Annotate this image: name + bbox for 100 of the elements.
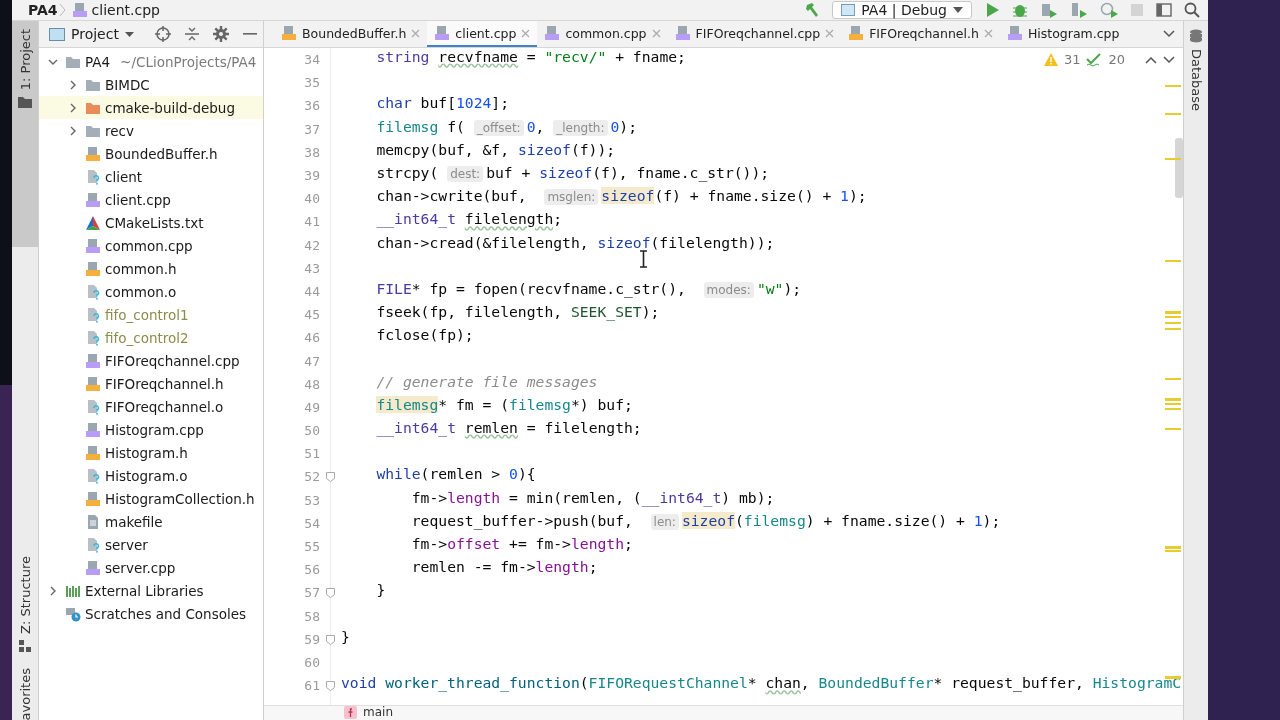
code-line: }: [375, 581, 386, 601]
folder-icon: [18, 96, 32, 109]
window-icon: [49, 27, 65, 41]
layout-icon[interactable]: [1156, 3, 1172, 17]
tree-item[interactable]: recv: [39, 119, 263, 142]
tree-item[interactable]: BIMDC: [39, 73, 263, 96]
gauge-icon[interactable]: [1100, 2, 1118, 18]
unknown-file-icon: [85, 283, 101, 300]
tree-item[interactable]: fifo_control2: [39, 326, 263, 349]
breadcrumb-item[interactable]: client.cpp: [91, 2, 160, 18]
tool-window-button[interactable]: Database: [1184, 21, 1208, 120]
tree-item[interactable]: cmake-build-debug: [39, 96, 263, 119]
profiler-icon[interactable]: [1070, 2, 1088, 18]
collapse-all-icon[interactable]: [185, 26, 199, 42]
breadcrumb-item[interactable]: main: [363, 706, 393, 719]
close-icon[interactable]: [825, 28, 835, 38]
line-number: 42: [304, 237, 321, 253]
tree-item[interactable]: client: [39, 165, 263, 188]
code-line: while(remlen > 0){: [375, 465, 536, 485]
cpp-file-icon: [85, 559, 101, 576]
header-file-icon: [85, 444, 101, 461]
editor-tab[interactable]: client.cpp: [427, 21, 538, 47]
structure-icon: [19, 639, 31, 652]
tree-item[interactable]: common.cpp: [39, 234, 263, 257]
tree-item[interactable]: FIFOreqchannel.o: [39, 395, 263, 418]
chevron-down-icon[interactable]: [1163, 55, 1175, 64]
header-file-icon: [85, 490, 101, 507]
tool-window-button[interactable]: 1: Project: [12, 21, 38, 247]
code-line: fseek(fp, filelength, SEEK_SET);: [375, 303, 660, 323]
fold-marker-icon[interactable]: [326, 634, 335, 645]
cmake-file-icon: [85, 214, 101, 231]
fold-marker-icon[interactable]: [326, 588, 335, 599]
item-label: FIFOreqchannel.o: [105, 398, 224, 415]
hammer-icon[interactable]: [804, 2, 821, 18]
settings-icon[interactable]: [213, 26, 229, 42]
item-label: client.cpp: [105, 191, 171, 208]
tree-item[interactable]: CMakeLists.txt: [39, 211, 263, 234]
close-icon[interactable]: [521, 28, 531, 38]
tree-item[interactable]: Scratches and Consoles: [39, 602, 263, 625]
close-icon[interactable]: [651, 28, 661, 38]
code-line: // generate file messages: [375, 372, 598, 392]
chevron-icon[interactable]: [68, 79, 78, 90]
database-icon: [1189, 29, 1203, 43]
close-icon[interactable]: [411, 28, 421, 38]
item-label: recv: [105, 122, 134, 139]
tool-window-button[interactable]: Z: Structure: [12, 547, 38, 660]
tree-item[interactable]: common.h: [39, 257, 263, 280]
tree-item[interactable]: FIFOreqchannel.cpp: [39, 349, 263, 372]
tool-window-button[interactable]: avorites: [12, 659, 38, 720]
unknown-file-icon: [85, 168, 101, 185]
chevron-icon[interactable]: [68, 102, 78, 113]
fold-marker-icon[interactable]: [326, 681, 335, 692]
item-label: server: [105, 536, 148, 553]
code-line: memcpy(buf, &f, sizeof(f));: [375, 140, 616, 160]
line-number: 37: [304, 121, 321, 137]
tree-item[interactable]: client.cpp: [39, 188, 263, 211]
tree-item[interactable]: PA4 ~/CLionProjects/PA4: [39, 50, 263, 73]
line-number: 43: [304, 260, 321, 276]
run-configuration-dropdown[interactable]: PA4 | Debug: [832, 1, 972, 19]
chevron-up-icon[interactable]: [1145, 55, 1157, 64]
tree-item[interactable]: Histogram.cpp: [39, 418, 263, 441]
line-number: 50: [304, 423, 321, 439]
code-line: __int64_t filelength;: [375, 210, 563, 230]
tree-item[interactable]: server: [39, 533, 263, 556]
item-label: PA4: [85, 53, 111, 70]
minimize-icon[interactable]: [243, 32, 257, 36]
breadcrumb-item[interactable]: PA4: [28, 2, 58, 18]
fold-marker-icon[interactable]: [326, 472, 335, 483]
unknown-file-icon: [85, 306, 101, 323]
item-label: FIFOreqchannel.h: [105, 375, 224, 392]
code-line: __int64_t remlen = filelength;: [375, 419, 642, 439]
editor-tab[interactable]: Histogram.cpp: [999, 21, 1127, 47]
tree-item[interactable]: External Libraries: [39, 579, 263, 602]
tree-item[interactable]: fifo_control1: [39, 303, 263, 326]
tree-item[interactable]: FIFOreqchannel.h: [39, 372, 263, 395]
line-number: 40: [304, 191, 321, 207]
coverage-icon[interactable]: [1040, 2, 1058, 18]
editor-tab[interactable]: FIFOreqchannel.cpp: [667, 21, 842, 47]
crosshair-icon[interactable]: [155, 26, 171, 42]
bug-icon[interactable]: [1012, 2, 1028, 18]
search-icon[interactable]: [1184, 2, 1200, 18]
item-label: HistogramCollection.h: [105, 490, 255, 507]
tree-item[interactable]: BoundedBuffer.h: [39, 142, 263, 165]
code-line: char buf[1024];: [375, 94, 510, 114]
chevron-icon[interactable]: [48, 585, 58, 596]
tree-item[interactable]: Histogram.o: [39, 464, 263, 487]
tree-item[interactable]: HistogramCollection.h: [39, 487, 263, 510]
tree-item[interactable]: Histogram.h: [39, 441, 263, 464]
close-icon[interactable]: [983, 28, 993, 38]
run-icon[interactable]: [986, 2, 1000, 18]
caret-icon: [953, 7, 963, 13]
line-number: 61: [304, 678, 321, 694]
chevron-down-icon[interactable]: [1163, 30, 1175, 38]
editor-tab[interactable]: common.cpp: [537, 21, 668, 47]
editor-tab[interactable]: FIFOreqchannel.h: [841, 21, 1000, 47]
editor-tab[interactable]: BoundedBuffer.h: [274, 21, 428, 47]
chevron-icon[interactable]: [68, 125, 78, 136]
tree-item[interactable]: server.cpp: [39, 556, 263, 579]
tree-item[interactable]: common.o: [39, 280, 263, 303]
tree-item[interactable]: makefile: [39, 510, 263, 533]
